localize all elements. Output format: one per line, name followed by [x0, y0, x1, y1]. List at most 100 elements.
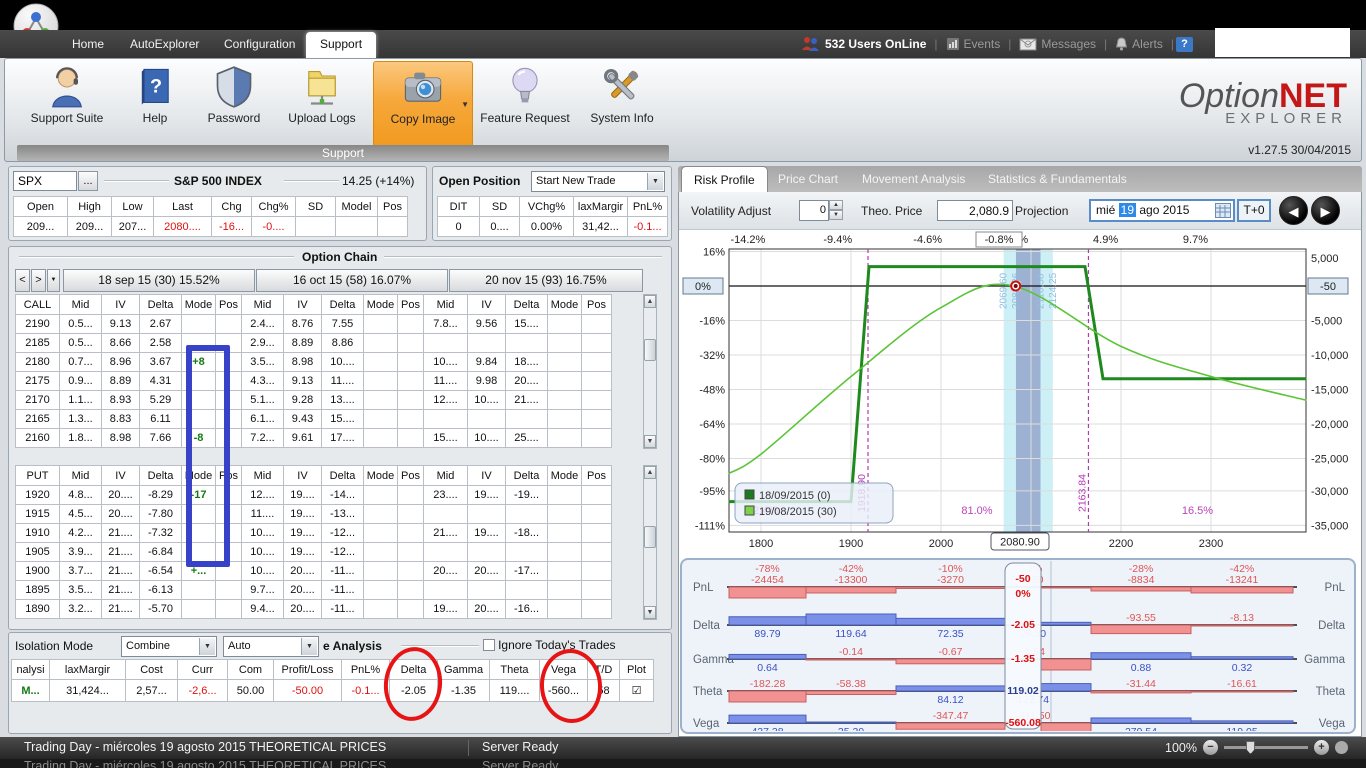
- strike-cell[interactable]: 1890: [16, 600, 60, 619]
- option-cell[interactable]: 2.58: [140, 334, 182, 353]
- option-cell[interactable]: 8.96: [102, 353, 140, 372]
- strike-cell[interactable]: 1910: [16, 524, 60, 543]
- option-cell[interactable]: 3.5...: [60, 581, 102, 600]
- option-cell[interactable]: 15....: [506, 315, 548, 334]
- option-cell[interactable]: 3.7...: [60, 562, 102, 581]
- menu-support[interactable]: Support: [306, 32, 376, 58]
- chain-expand-button[interactable]: ▼: [47, 269, 60, 292]
- option-cell[interactable]: 7.2...: [242, 429, 284, 448]
- tab-movement-analysis[interactable]: Movement Analysis: [850, 166, 977, 192]
- chain-prev-button[interactable]: <: [15, 269, 30, 292]
- strike-cell[interactable]: 2180: [16, 353, 60, 372]
- alerts-button[interactable]: Alerts: [1115, 37, 1163, 51]
- option-cell[interactable]: [548, 410, 582, 429]
- chevron-down-icon[interactable]: ▼: [647, 173, 663, 190]
- option-cell[interactable]: [182, 581, 216, 600]
- option-cell[interactable]: [398, 315, 424, 334]
- option-cell[interactable]: -17...: [506, 562, 548, 581]
- option-cell[interactable]: 12....: [242, 486, 284, 505]
- option-cell[interactable]: 10....: [242, 562, 284, 581]
- option-cell[interactable]: 8.98: [102, 429, 140, 448]
- option-cell[interactable]: [398, 334, 424, 353]
- chevron-down-icon[interactable]: ▼: [301, 638, 317, 655]
- open-position-dropdown[interactable]: Start New Trade ▼: [531, 171, 665, 192]
- option-cell[interactable]: 1.8...: [60, 429, 102, 448]
- option-cell[interactable]: 20....: [506, 372, 548, 391]
- option-cell[interactable]: 8.89: [284, 334, 322, 353]
- strike-cell[interactable]: 1900: [16, 562, 60, 581]
- option-cell[interactable]: 11....: [242, 505, 284, 524]
- option-cell[interactable]: [216, 410, 242, 429]
- option-cell[interactable]: 9.7...: [242, 581, 284, 600]
- option-cell[interactable]: 18....: [506, 353, 548, 372]
- option-cell[interactable]: [364, 543, 398, 562]
- option-cell[interactable]: 10....: [468, 429, 506, 448]
- tab-risk-profile[interactable]: Risk Profile: [681, 166, 768, 192]
- checkbox-icon[interactable]: [483, 639, 495, 651]
- option-cell[interactable]: 4.31: [140, 372, 182, 391]
- zoom-slider[interactable]: [1224, 746, 1308, 749]
- theo-price-value[interactable]: 2,080.9: [937, 200, 1013, 221]
- option-cell[interactable]: [364, 524, 398, 543]
- option-cell[interactable]: 21....: [102, 581, 140, 600]
- option-cell[interactable]: 8.66: [102, 334, 140, 353]
- option-cell[interactable]: [364, 600, 398, 619]
- symbol-input[interactable]: [13, 171, 77, 191]
- option-cell[interactable]: 9.84: [468, 353, 506, 372]
- option-cell[interactable]: [582, 315, 612, 334]
- option-cell[interactable]: [182, 543, 216, 562]
- option-cell[interactable]: [468, 410, 506, 429]
- option-cell[interactable]: [182, 391, 216, 410]
- option-cell[interactable]: [216, 524, 242, 543]
- option-cell[interactable]: [548, 543, 582, 562]
- projection-prev-button[interactable]: ◀: [1279, 196, 1308, 225]
- option-cell[interactable]: 20....: [424, 562, 468, 581]
- option-cell[interactable]: -6.13: [140, 581, 182, 600]
- option-cell[interactable]: 9.13: [284, 372, 322, 391]
- option-cell[interactable]: 0.9...: [60, 372, 102, 391]
- option-cell[interactable]: [468, 505, 506, 524]
- copy-image-button[interactable]: ▼ Copy Image: [373, 61, 473, 147]
- option-cell[interactable]: 21....: [102, 543, 140, 562]
- option-cell[interactable]: [582, 410, 612, 429]
- option-cell[interactable]: [364, 410, 398, 429]
- option-cell[interactable]: [182, 334, 216, 353]
- option-cell[interactable]: [216, 581, 242, 600]
- option-cell[interactable]: 11....: [322, 372, 364, 391]
- option-cell[interactable]: [216, 486, 242, 505]
- tab-statistics-fundamentals[interactable]: Statistics & Fundamentals: [976, 166, 1139, 192]
- expiration-header-2[interactable]: 16 oct 15 (58) 16.07%: [256, 269, 448, 292]
- option-cell[interactable]: [398, 581, 424, 600]
- option-cell[interactable]: 17....: [322, 429, 364, 448]
- option-cell[interactable]: 21....: [424, 524, 468, 543]
- option-cell[interactable]: -11...: [322, 562, 364, 581]
- option-cell[interactable]: [506, 505, 548, 524]
- option-cell[interactable]: 4.8...: [60, 486, 102, 505]
- option-cell[interactable]: [364, 562, 398, 581]
- option-cell[interactable]: [216, 315, 242, 334]
- calendar-icon[interactable]: [1215, 203, 1231, 218]
- option-cell[interactable]: 21....: [102, 562, 140, 581]
- option-cell[interactable]: [398, 524, 424, 543]
- upload-logs-button[interactable]: Upload Logs: [277, 63, 367, 141]
- option-cell[interactable]: 8.76: [284, 315, 322, 334]
- messages-button[interactable]: Messages: [1019, 37, 1096, 51]
- option-cell[interactable]: [548, 315, 582, 334]
- option-cell[interactable]: -12...: [322, 543, 364, 562]
- option-cell[interactable]: 6.1...: [242, 410, 284, 429]
- option-cell[interactable]: 19....: [424, 600, 468, 619]
- strike-cell[interactable]: 2170: [16, 391, 60, 410]
- strike-cell[interactable]: 1895: [16, 581, 60, 600]
- strike-cell[interactable]: 1915: [16, 505, 60, 524]
- option-cell[interactable]: 19....: [284, 505, 322, 524]
- option-cell[interactable]: -11...: [322, 600, 364, 619]
- copy-image-dropdown-arrow[interactable]: ▼: [461, 100, 469, 109]
- option-cell[interactable]: [424, 581, 468, 600]
- option-cell[interactable]: -8: [182, 429, 216, 448]
- option-cell[interactable]: [398, 391, 424, 410]
- option-cell[interactable]: 21....: [506, 391, 548, 410]
- option-cell[interactable]: [398, 562, 424, 581]
- chain-next-button[interactable]: >: [31, 269, 46, 292]
- scroll-down-icon[interactable]: ▼: [644, 606, 656, 619]
- strike-cell[interactable]: 2175: [16, 372, 60, 391]
